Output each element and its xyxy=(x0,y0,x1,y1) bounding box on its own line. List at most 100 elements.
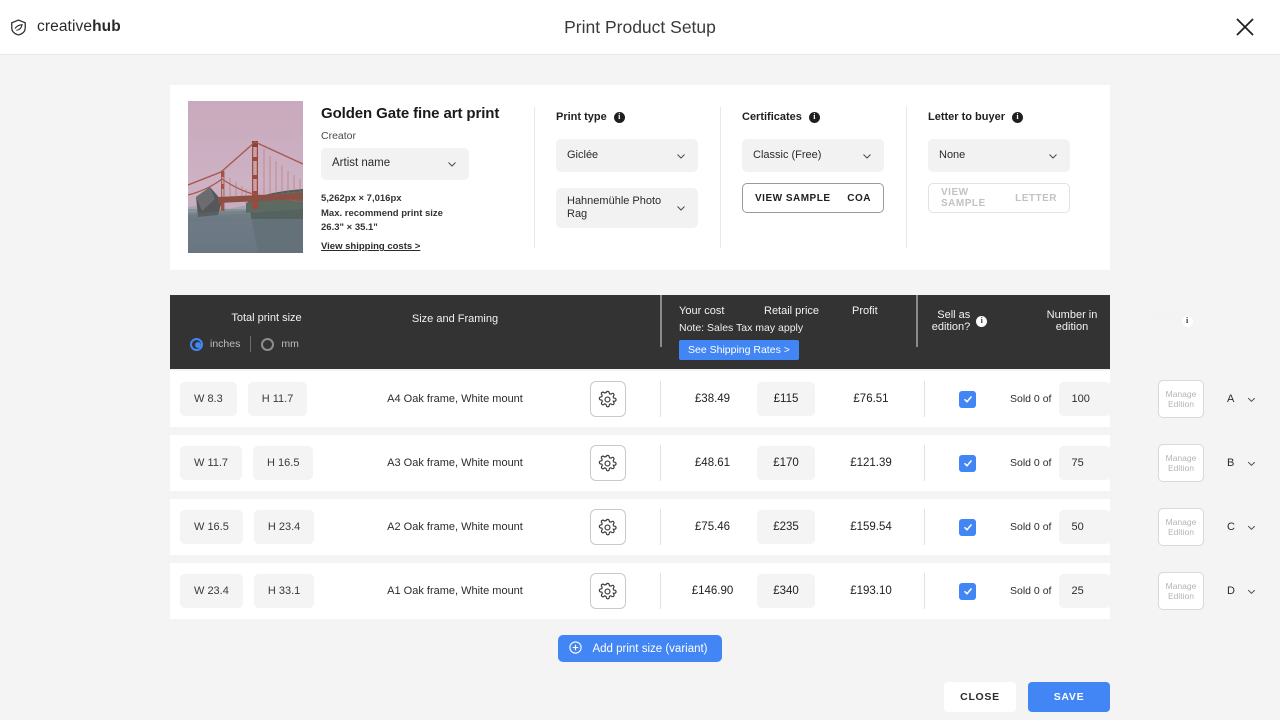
see-shipping-rates-button[interactable]: See Shipping Rates > xyxy=(679,340,799,360)
sell-as-edition-checkbox[interactable] xyxy=(959,455,976,472)
trash-icon[interactable] xyxy=(1272,519,1280,535)
info-icon[interactable]: i xyxy=(1012,112,1023,123)
trash-icon[interactable] xyxy=(1272,455,1280,471)
edition-count-input[interactable]: 25 xyxy=(1059,574,1111,608)
gear-icon[interactable] xyxy=(590,381,626,417)
retail-price-input[interactable]: £115 xyxy=(757,382,815,416)
product-metadata: 5,262px × 7,016px Max. recommend print s… xyxy=(321,192,499,236)
product-thumbnail xyxy=(188,101,303,253)
sell-as-edition-checkbox[interactable] xyxy=(959,583,976,600)
add-print-size-button[interactable]: Add print size (variant) xyxy=(558,635,721,662)
height-input[interactable]: H 11.7 xyxy=(248,382,308,416)
creator-select[interactable]: Artist name xyxy=(321,148,469,180)
row-retail-cell: £340 xyxy=(746,574,826,608)
view-sample-coa-button[interactable]: VIEW SAMPLE COA xyxy=(742,183,884,213)
brand-logo-group[interactable]: creativehub xyxy=(9,18,121,37)
framing-label: A1 Oak frame, White mount xyxy=(355,585,555,597)
letter-to-buyer-value: None xyxy=(939,149,965,162)
profit-value: £193.10 xyxy=(826,585,916,597)
retail-price-input[interactable]: £340 xyxy=(757,574,815,608)
info-icon[interactable]: i xyxy=(976,316,987,327)
view-sample-coa-label: VIEW SAMPLE xyxy=(755,193,831,204)
edition-series-select[interactable]: C xyxy=(1219,510,1265,544)
header-edition-series-line1: Edition xyxy=(1142,309,1176,321)
print-type-select[interactable]: Giclée xyxy=(556,139,698,172)
row-profit-cell: £76.51 xyxy=(826,393,916,405)
width-input[interactable]: W 23.4 xyxy=(180,574,243,608)
manage-edition-button: ManageEdition xyxy=(1158,444,1204,482)
option-column-certificates: Certificates i Classic (Free) VIEW SAMPL… xyxy=(720,101,906,254)
edition-series-select[interactable]: A xyxy=(1219,382,1265,416)
header-total-print-size-label: Total print size xyxy=(178,312,355,324)
letter-to-buyer-select[interactable]: None xyxy=(928,139,1070,172)
row-cost-cell: £146.90 xyxy=(661,585,746,597)
trash-icon[interactable] xyxy=(1272,391,1280,407)
table-body: W 8.3H 11.7A4 Oak frame, White mount£38.… xyxy=(170,371,1110,619)
sold-count-label: Sold 0 of xyxy=(1010,393,1051,405)
gear-icon[interactable] xyxy=(590,445,626,481)
certificates-select[interactable]: Classic (Free) xyxy=(742,139,884,172)
table-row: W 23.4 H 33.1 A1 Oak frame, White mount £14… xyxy=(170,563,1110,619)
sales-tax-note: Note: Sales Tax may apply xyxy=(679,322,916,334)
gear-icon[interactable] xyxy=(590,509,626,545)
info-icon[interactable]: i xyxy=(614,112,625,123)
edition-count-input[interactable]: 75 xyxy=(1059,446,1111,480)
add-variant-row: Add print size (variant) xyxy=(170,635,1110,662)
edition-series-select[interactable]: B xyxy=(1219,446,1265,480)
sell-as-edition-checkbox[interactable] xyxy=(959,391,976,408)
creator-select-value: Artist name xyxy=(332,157,396,170)
framing-label: A2 Oak frame, White mount xyxy=(355,521,555,533)
view-shipping-costs-link[interactable]: View shipping costs > xyxy=(321,241,420,252)
add-print-size-label: Add print size (variant) xyxy=(592,643,707,655)
close-button[interactable]: CLOSE xyxy=(944,682,1016,712)
width-input[interactable]: W 8.3 xyxy=(180,382,237,416)
height-input[interactable]: H 33.1 xyxy=(254,574,314,608)
product-setup-card: Golden Gate fine art print Creator Artis… xyxy=(170,85,1110,270)
paper-type-value: Hahnemühle Photo Rag xyxy=(567,195,663,221)
info-icon[interactable]: i xyxy=(809,112,820,123)
gear-icon[interactable] xyxy=(590,573,626,609)
row-framing-cell: A2 Oak frame, White mount xyxy=(355,521,555,533)
manage-edition-button: ManageEdition xyxy=(1158,380,1204,418)
page-title: Print Product Setup xyxy=(0,17,1280,38)
header-gear-spacer xyxy=(555,295,660,369)
width-input[interactable]: W 16.5 xyxy=(180,510,243,544)
row-framing-cell: A1 Oak frame, White mount xyxy=(355,585,555,597)
app-header: creativehub Print Product Setup xyxy=(0,0,1280,55)
your-cost-value: £38.49 xyxy=(679,393,746,405)
row-cost-cell: £75.46 xyxy=(661,521,746,533)
header-size-and-framing-label: Size and Framing xyxy=(412,313,498,325)
print-variants-table: Total print size inches mm Size and Fram… xyxy=(170,295,1110,619)
info-icon[interactable]: i xyxy=(1182,316,1193,327)
chevron-down-icon xyxy=(446,158,458,170)
radio-divider xyxy=(250,336,251,352)
height-input[interactable]: H 16.5 xyxy=(253,446,313,480)
profit-value: £121.39 xyxy=(826,457,916,469)
edition-count-input[interactable]: 50 xyxy=(1059,510,1111,544)
header-pricing-labels: Your cost Retail price Profit xyxy=(679,305,916,317)
save-button[interactable]: SAVE xyxy=(1028,682,1110,712)
paper-type-select[interactable]: Hahnemühle Photo Rag xyxy=(556,188,698,228)
row-number-in-edition-cell: Sold 0 of50 xyxy=(1010,510,1150,544)
option-columns: Print type i Giclée Hahnemühle Photo Rag xyxy=(534,101,1092,254)
product-details: Golden Gate fine art print Creator Artis… xyxy=(321,101,499,254)
units-radio-group: inches mm xyxy=(178,336,355,352)
retail-price-input[interactable]: £235 xyxy=(757,510,815,544)
sell-as-edition-checkbox[interactable] xyxy=(959,519,976,536)
height-input[interactable]: H 23.4 xyxy=(254,510,314,544)
retail-price-input[interactable]: £170 xyxy=(757,446,815,480)
row-size-cell: W 16.5 H 23.4 xyxy=(170,510,355,544)
row-size-cell: W 11.7 H 16.5 xyxy=(170,446,355,480)
radio-inches[interactable]: inches xyxy=(190,338,240,351)
header-edition-series: Edition Series i xyxy=(1142,295,1193,369)
close-icon[interactable] xyxy=(1232,14,1258,40)
table-row: W 16.5 H 23.4 A2 Oak frame, White mount £75… xyxy=(170,499,1110,555)
row-size-cell: W 23.4 H 33.1 xyxy=(170,574,355,608)
edition-series-select[interactable]: D xyxy=(1219,574,1265,608)
width-input[interactable]: W 11.7 xyxy=(180,446,242,480)
chevron-down-icon xyxy=(1047,150,1059,162)
trash-icon[interactable] xyxy=(1272,583,1280,599)
edition-count-input[interactable]: 100 xyxy=(1059,382,1111,416)
product-summary: Golden Gate fine art print Creator Artis… xyxy=(188,101,534,254)
radio-mm[interactable]: mm xyxy=(261,338,299,351)
